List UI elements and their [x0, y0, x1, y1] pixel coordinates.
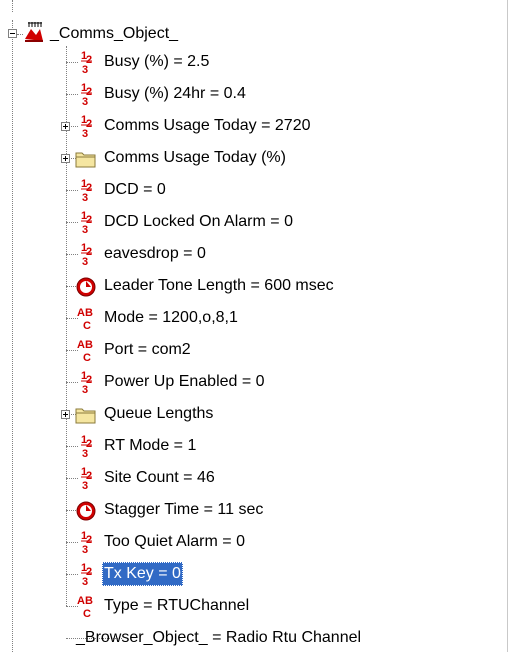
tree-item[interactable]: AB C Port = com2	[74, 336, 193, 364]
scrollbar-edge[interactable]	[508, 0, 515, 652]
tree-item[interactable]: 1 2 3 eavesdrop = 0	[74, 240, 208, 268]
svg-text:3: 3	[82, 192, 88, 203]
svg-text:C: C	[83, 352, 91, 363]
numeric-icon: 123	[74, 209, 98, 236]
tree-view[interactable]: _Comms_Object_ 1 2 3 Busy (%) = 2.5 1 2 3 Busy …	[0, 0, 507, 652]
svg-text:C: C	[83, 320, 91, 331]
expand-toggle[interactable]	[61, 154, 70, 163]
tree-item[interactable]: Stagger Time = 11 sec	[74, 496, 265, 524]
svg-text:3: 3	[82, 64, 88, 75]
tree-item-label: Busy (%) 24hr = 0.4	[104, 85, 246, 102]
svg-text:3: 3	[82, 384, 88, 395]
tree-item-label: eavesdrop = 0	[104, 245, 206, 262]
tree-item-label: Leader Tone Length = 600 msec	[104, 277, 334, 294]
numeric-icon: 123	[74, 529, 98, 556]
tree-item[interactable]: 1 2 3 DCD Locked On Alarm = 0	[74, 208, 295, 236]
tree-item-label: Mode = 1200,o,8,1	[104, 309, 238, 326]
svg-text:3: 3	[82, 480, 88, 491]
numeric-icon: 123	[74, 177, 98, 204]
tree-item-label: Comms Usage Today (%)	[104, 149, 286, 166]
tree-item-label: Busy (%) = 2.5	[104, 53, 210, 70]
tree-item[interactable]: 1 2 3 Busy (%) 24hr = 0.4	[74, 80, 248, 108]
numeric-icon: 123	[74, 465, 98, 492]
text-icon: AB C	[74, 593, 98, 620]
tree-item[interactable]: 1 2 3 Comms Usage Today = 2720	[74, 112, 312, 140]
tree-item[interactable]: 1 2 3 Power Up Enabled = 0	[74, 368, 267, 396]
svg-text:C: C	[83, 608, 91, 619]
numeric-icon: 123	[74, 49, 98, 76]
tree-item[interactable]: 1 2 3 DCD = 0	[74, 176, 168, 204]
numeric-icon: 123	[74, 241, 98, 268]
tree-item-label: Site Count = 46	[104, 469, 215, 486]
tree-root[interactable]: _Comms_Object_	[20, 20, 180, 48]
folder-icon	[74, 145, 98, 171]
tree-view-panel: _Comms_Object_ 1 2 3 Busy (%) = 2.5 1 2 3 Busy …	[0, 0, 508, 652]
clock-icon	[74, 497, 98, 523]
tree-item[interactable]: 1 2 3 Too Quiet Alarm = 0	[74, 528, 247, 556]
numeric-icon: 123	[74, 561, 98, 588]
tree-item-label: Queue Lengths	[104, 405, 214, 422]
tree-item[interactable]: Queue Lengths	[74, 400, 215, 428]
tree-item[interactable]: Leader Tone Length = 600 msec	[74, 272, 336, 300]
tree-line	[12, 0, 13, 12]
tree-item[interactable]: AB C Type = RTUChannel	[74, 592, 251, 620]
svg-text:3: 3	[82, 96, 88, 107]
tree-item[interactable]: _Browser_Object_ = Radio Rtu Channel	[74, 624, 363, 652]
tree-item-label: Power Up Enabled = 0	[104, 373, 265, 390]
collapse-toggle[interactable]	[8, 29, 17, 38]
tree-item-label: DCD = 0	[104, 181, 166, 198]
numeric-icon: 123	[74, 81, 98, 108]
svg-text:3: 3	[82, 256, 88, 267]
tree-line	[12, 20, 13, 652]
tree-item-label: Type = RTUChannel	[104, 597, 250, 614]
tree-item[interactable]: 1 2 3 RT Mode = 1	[74, 432, 198, 460]
comms-object-icon	[20, 21, 44, 47]
text-icon: AB C	[74, 305, 98, 332]
tree-item-label: Too Quiet Alarm = 0	[104, 533, 245, 550]
tree-item-label: RT Mode = 1	[104, 437, 197, 454]
svg-text:3: 3	[82, 128, 88, 139]
svg-text:3: 3	[82, 576, 88, 587]
tree-root-label: _Comms_Object_	[50, 25, 179, 42]
numeric-icon: 123	[74, 433, 98, 460]
svg-text:AB: AB	[77, 339, 93, 351]
tree-item-label: Port = com2	[104, 341, 191, 358]
numeric-icon: 123	[74, 369, 98, 396]
text-icon: AB C	[74, 337, 98, 364]
tree-item-label: _Browser_Object_ = Radio Rtu Channel	[76, 629, 362, 646]
expand-toggle[interactable]	[61, 122, 70, 131]
tree-item-label: DCD Locked On Alarm = 0	[104, 213, 293, 230]
tree-item-label: Stagger Time = 11 sec	[104, 501, 264, 518]
expand-toggle[interactable]	[61, 410, 70, 419]
svg-text:3: 3	[82, 224, 88, 235]
tree-item[interactable]: 1 2 3 Tx Key = 0	[74, 560, 183, 588]
svg-text:3: 3	[82, 448, 88, 459]
tree-item[interactable]: 1 2 3 Site Count = 46	[74, 464, 217, 492]
tree-item[interactable]: Comms Usage Today (%)	[74, 144, 288, 172]
tree-item[interactable]: AB C Mode = 1200,o,8,1	[74, 304, 240, 332]
tree-item-label: Comms Usage Today = 2720	[104, 117, 311, 134]
svg-text:AB: AB	[77, 595, 93, 607]
numeric-icon: 123	[74, 113, 98, 140]
svg-text:3: 3	[82, 544, 88, 555]
svg-text:AB: AB	[77, 307, 93, 319]
clock-icon	[74, 273, 98, 299]
tree-item-label: Tx Key = 0	[102, 562, 183, 586]
tree-item[interactable]: 1 2 3 Busy (%) = 2.5	[74, 48, 211, 76]
folder-icon	[74, 401, 98, 427]
